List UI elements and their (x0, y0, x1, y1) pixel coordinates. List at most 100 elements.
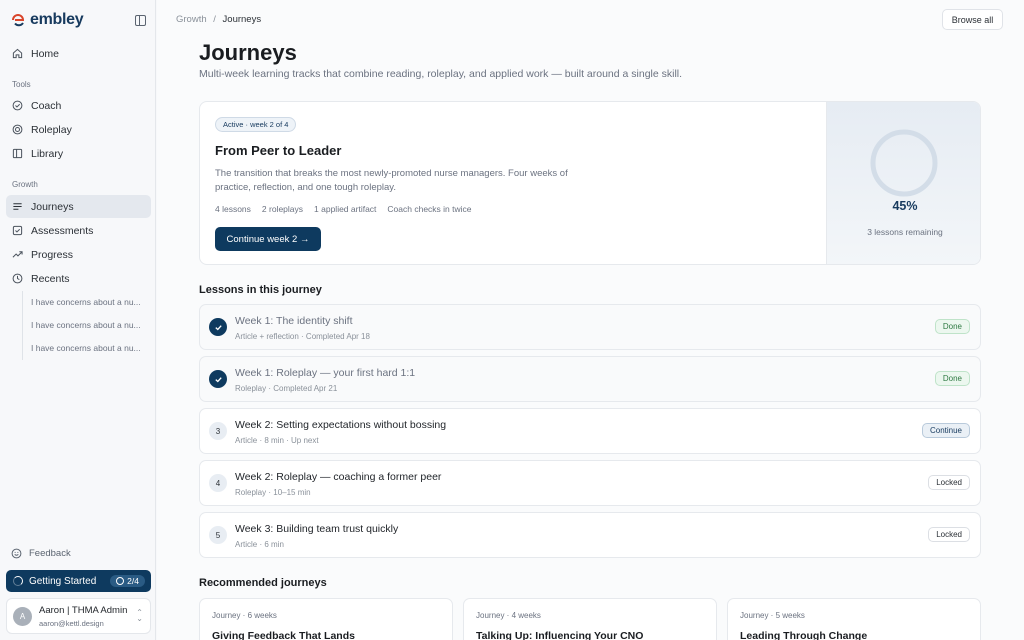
journey-meta: Journey · 6 weeks (212, 611, 277, 620)
recent-item[interactable]: I have concerns about a nu... (22, 337, 148, 360)
sidebar-item-assessments[interactable]: Assessments (6, 219, 151, 242)
lessons-remaining: 3 lessons remaining (867, 227, 943, 237)
lesson-title: Week 3: Building team trust quickly (235, 523, 399, 535)
assessments-icon (12, 225, 23, 236)
status-badge: Done (934, 319, 970, 334)
status-badge: Done (934, 371, 970, 386)
lesson-meta: Article · 6 min (235, 540, 284, 549)
sidebar-item-label: Library (31, 147, 64, 160)
journey-title: Giving Feedback That Lands (212, 630, 355, 640)
continue-week-button[interactable]: Continue week 2 → (215, 227, 321, 251)
lessons-heading: Lessons in this journey (199, 284, 322, 296)
sidebar-item-roleplay[interactable]: Roleplay (6, 118, 151, 141)
lesson-meta: Article · 8 min · Up next (235, 436, 319, 445)
getting-started-count: 2/4 (110, 575, 145, 587)
user-menu[interactable]: A Aaron | THMA Admin aaron@kettl.design … (6, 598, 151, 634)
sidebar-item-coach[interactable]: Coach (6, 94, 151, 117)
circle-icon (116, 577, 125, 585)
lesson-title: Week 2: Setting expectations without bos… (235, 419, 447, 431)
sidebar-item-recents[interactable]: Recents (6, 267, 151, 290)
lesson-number: 5 (209, 526, 227, 544)
sidebar-item-label: Coach (31, 99, 62, 112)
feedback-link[interactable]: Feedback (6, 544, 71, 562)
avatar: A (13, 607, 32, 626)
sidebar: embley Home Tools Coach Roleplay Library… (0, 0, 156, 640)
sidebar-item-label: Recents (31, 272, 70, 285)
journey-description: The transition that breaks the most newl… (215, 168, 568, 193)
journey-title: From Peer to Leader (215, 143, 342, 158)
home-icon (12, 48, 23, 59)
meta-coach: Coach checks in twice (387, 204, 472, 214)
sidebar-item-label: Journeys (31, 200, 74, 213)
logo-mark-icon (12, 14, 25, 27)
breadcrumb-current: Journeys (222, 14, 262, 25)
brand-name: embley (30, 11, 84, 28)
journey-title: Talking Up: Influencing Your CNO (476, 630, 644, 640)
journey-meta: Journey · 5 weeks (740, 611, 805, 620)
check-icon (209, 318, 227, 336)
recent-item[interactable]: I have concerns about a nu... (22, 291, 148, 314)
sidebar-item-home[interactable]: Home (6, 42, 151, 65)
meta-artifact: 1 applied artifact (314, 204, 377, 214)
clock-icon (12, 273, 23, 284)
lesson-title: Week 1: Roleplay — your first hard 1:1 (235, 367, 416, 379)
lesson-meta: Roleplay · 10–15 min (235, 488, 311, 497)
sidebar-item-label: Progress (31, 248, 74, 261)
growth-section-label: Growth (12, 180, 38, 189)
sidebar-collapse-icon[interactable] (135, 15, 146, 26)
user-name: Aaron | THMA Admin (39, 605, 128, 616)
smile-icon (11, 548, 22, 558)
lesson-number: 4 (209, 474, 227, 492)
roleplay-icon (12, 124, 23, 135)
library-icon (12, 148, 23, 159)
lesson-meta: Article + reflection · Completed Apr 18 (235, 332, 370, 341)
recommended-journey-card[interactable]: Journey · 5 weeks Leading Through Change (727, 598, 981, 640)
tools-section-label: Tools (12, 80, 31, 89)
active-journey-card: Active · week 2 of 4 From Peer to Leader… (199, 101, 981, 265)
meta-lessons: 4 lessons (215, 204, 251, 214)
recommended-journey-card[interactable]: Journey · 6 weeks Giving Feedback That L… (199, 598, 453, 640)
status-badge: Active · week 2 of 4 (215, 117, 297, 132)
journey-meta: 4 lessons 2 roleplays 1 applied artifact… (215, 204, 472, 214)
progress-percent: 45% (892, 199, 918, 213)
breadcrumb-parent[interactable]: Growth (176, 14, 207, 25)
meta-roleplays: 2 roleplays (261, 204, 304, 214)
locked-badge: Locked (928, 475, 970, 490)
sidebar-item-label: Home (31, 47, 60, 60)
getting-started-label: Getting Started (29, 575, 97, 587)
lesson-title: Week 2: Roleplay — coaching a former pee… (235, 471, 442, 483)
lesson-row[interactable]: 5 Week 3: Building team trust quickly Ar… (199, 512, 981, 558)
sidebar-item-library[interactable]: Library (6, 142, 151, 165)
lesson-row[interactable]: 3 Week 2: Setting expectations without b… (199, 408, 981, 454)
user-email: aaron@kettl.design (39, 619, 104, 628)
journey-meta: Journey · 4 weeks (476, 611, 541, 620)
continue-badge[interactable]: Continue (921, 423, 970, 438)
locked-badge: Locked (928, 527, 970, 542)
breadcrumb: Growth / Journeys (176, 14, 261, 25)
getting-started-button[interactable]: Getting Started 2/4 (6, 570, 151, 592)
recommended-journey-card[interactable]: Journey · 4 weeks Talking Up: Influencin… (463, 598, 717, 640)
recent-item[interactable]: I have concerns about a nu... (22, 314, 148, 337)
sidebar-item-progress[interactable]: Progress (6, 243, 151, 266)
lesson-number: 3 (209, 422, 227, 440)
lesson-row[interactable]: Week 1: Roleplay — your first hard 1:1 R… (199, 356, 981, 402)
sidebar-item-journeys[interactable]: Journeys (6, 195, 151, 218)
sidebar-item-label: Assessments (31, 224, 94, 237)
journeys-icon (13, 203, 22, 210)
progress-spinner-icon (13, 576, 23, 586)
sidebar-item-label: Roleplay (31, 123, 72, 136)
brand-logo[interactable]: embley (11, 11, 84, 29)
recommended-heading: Recommended journeys (199, 577, 327, 589)
feedback-label: Feedback (29, 547, 71, 559)
page-title: Journeys (199, 40, 297, 65)
browse-all-button[interactable]: Browse all (942, 9, 1003, 30)
journey-title: Leading Through Change (740, 630, 868, 640)
check-icon (209, 370, 227, 388)
lesson-meta: Roleplay · Completed Apr 21 (235, 384, 338, 393)
progress-panel: 45% 3 lessons remaining (826, 102, 980, 264)
lesson-row[interactable]: Week 1: The identity shift Article + ref… (199, 304, 981, 350)
chevron-up-down-icon: ⌃ ⌄ (136, 608, 143, 623)
lesson-row[interactable]: 4 Week 2: Roleplay — coaching a former p… (199, 460, 981, 506)
trending-up-icon (12, 251, 23, 258)
main-content: Growth / Journeys Browse all Journeys Mu… (157, 0, 1024, 640)
